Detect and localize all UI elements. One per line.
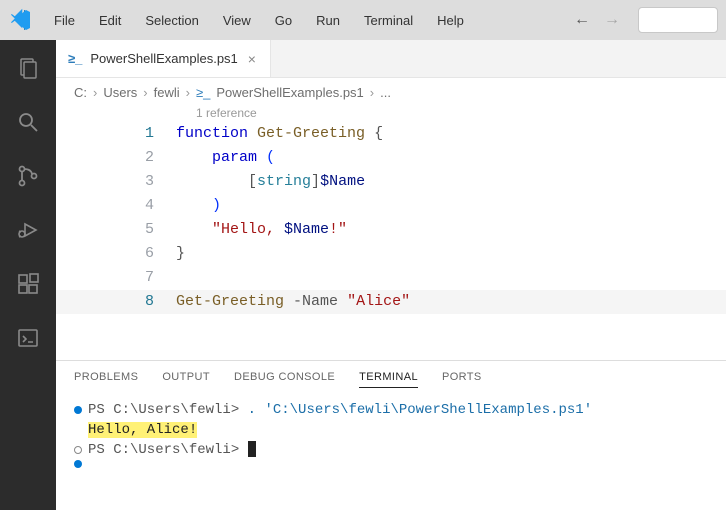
line-number: 7 bbox=[56, 266, 176, 290]
code-line-8[interactable]: Get-Greeting -Name "Alice" bbox=[176, 290, 410, 314]
breadcrumb-seg[interactable]: C: bbox=[74, 85, 87, 100]
terminal-prompt: PS C:\Users\fewli> bbox=[88, 442, 248, 458]
line-number: 6 bbox=[56, 242, 176, 266]
tab-active[interactable]: ≥_ PowerShellExamples.ps1 × bbox=[56, 40, 271, 77]
menu-help[interactable]: Help bbox=[427, 9, 474, 32]
terminal-line[interactable] bbox=[74, 460, 708, 468]
line-number: 5 bbox=[56, 218, 176, 242]
extensions-icon[interactable] bbox=[14, 270, 42, 298]
tab-filename: PowerShellExamples.ps1 bbox=[90, 51, 237, 66]
terminal-panel-icon[interactable] bbox=[14, 324, 42, 352]
terminal-line[interactable]: PS C:\Users\fewli> . 'C:\Users\fewli\Pow… bbox=[74, 400, 708, 420]
terminal-command: . 'C:\Users\fewli\PowerShellExamples.ps1… bbox=[248, 402, 592, 418]
panel-tab-terminal[interactable]: TERMINAL bbox=[359, 371, 418, 388]
powershell-file-icon: ≥_ bbox=[196, 85, 210, 100]
bullet-icon bbox=[74, 446, 82, 454]
terminal[interactable]: PS C:\Users\fewli> . 'C:\Users\fewli\Pow… bbox=[56, 394, 726, 510]
activity-bar bbox=[0, 40, 56, 510]
menu-terminal[interactable]: Terminal bbox=[354, 9, 423, 32]
bullet-icon bbox=[74, 460, 82, 468]
panel-tabs: PROBLEMS OUTPUT DEBUG CONSOLE TERMINAL P… bbox=[56, 361, 726, 394]
run-debug-icon[interactable] bbox=[14, 216, 42, 244]
title-bar: File Edit Selection View Go Run Terminal… bbox=[0, 0, 726, 40]
menu-edit[interactable]: Edit bbox=[89, 9, 131, 32]
code-line-5[interactable]: "Hello, $Name!" bbox=[176, 218, 347, 242]
terminal-prompt: PS C:\Users\fewli> bbox=[88, 402, 248, 418]
chevron-right-icon: › bbox=[93, 85, 97, 100]
panel-tab-problems[interactable]: PROBLEMS bbox=[74, 371, 138, 388]
chevron-right-icon: › bbox=[186, 85, 190, 100]
menu-run[interactable]: Run bbox=[306, 9, 350, 32]
code-line-1[interactable]: function Get-Greeting { bbox=[176, 122, 383, 146]
menu-selection[interactable]: Selection bbox=[135, 9, 208, 32]
line-number: 3 bbox=[56, 170, 176, 194]
search-icon[interactable] bbox=[14, 108, 42, 136]
code-line-3[interactable]: [string]$Name bbox=[176, 170, 365, 194]
breadcrumb-seg[interactable]: Users bbox=[103, 85, 137, 100]
vscode-logo-icon bbox=[8, 8, 32, 32]
code-line-2[interactable]: param ( bbox=[176, 146, 275, 170]
code-line-6[interactable]: } bbox=[176, 242, 185, 266]
breadcrumb-seg[interactable]: PowerShellExamples.ps1 bbox=[216, 85, 363, 100]
line-number: 1 bbox=[56, 122, 176, 146]
bottom-panel: PROBLEMS OUTPUT DEBUG CONSOLE TERMINAL P… bbox=[56, 360, 726, 510]
code-line-7[interactable] bbox=[176, 266, 185, 290]
code-line-4[interactable]: ) bbox=[176, 194, 221, 218]
panel-tab-output[interactable]: OUTPUT bbox=[162, 371, 210, 388]
terminal-line[interactable]: PS C:\Users\fewli> bbox=[74, 440, 708, 460]
breadcrumb-seg[interactable]: fewli bbox=[154, 85, 180, 100]
code-editor[interactable]: 1 function Get-Greeting { 2 param ( 3 [s… bbox=[56, 120, 726, 360]
breadcrumb-seg[interactable]: ... bbox=[380, 85, 391, 100]
menu-view[interactable]: View bbox=[213, 9, 261, 32]
terminal-output-highlight: Hello, Alice! bbox=[88, 422, 197, 438]
line-number: 8 bbox=[56, 290, 176, 314]
back-arrow-icon[interactable]: ← bbox=[574, 11, 590, 29]
terminal-line[interactable]: Hello, Alice! bbox=[74, 420, 708, 440]
menu-go[interactable]: Go bbox=[265, 9, 302, 32]
chevron-right-icon: › bbox=[143, 85, 147, 100]
breadcrumbs[interactable]: C: › Users › fewli › ≥_ PowerShellExampl… bbox=[56, 78, 726, 106]
tab-bar: ≥_ PowerShellExamples.ps1 × bbox=[56, 40, 726, 78]
menu-file[interactable]: File bbox=[44, 9, 85, 32]
nav-arrows: ← → bbox=[574, 11, 620, 29]
code-lens[interactable]: 1 reference bbox=[56, 106, 726, 120]
line-number: 2 bbox=[56, 146, 176, 170]
editor-area: ≥_ PowerShellExamples.ps1 × C: › Users ›… bbox=[56, 40, 726, 510]
command-center-search[interactable] bbox=[638, 7, 718, 33]
close-icon[interactable]: × bbox=[246, 51, 258, 67]
forward-arrow-icon[interactable]: → bbox=[604, 11, 620, 29]
explorer-icon[interactable] bbox=[14, 54, 42, 82]
line-number: 4 bbox=[56, 194, 176, 218]
terminal-cursor bbox=[248, 441, 256, 457]
powershell-file-icon: ≥_ bbox=[68, 51, 82, 66]
bullet-icon bbox=[74, 406, 82, 414]
panel-tab-ports[interactable]: PORTS bbox=[442, 371, 482, 388]
source-control-icon[interactable] bbox=[14, 162, 42, 190]
chevron-right-icon: › bbox=[370, 85, 374, 100]
panel-tab-debug-console[interactable]: DEBUG CONSOLE bbox=[234, 371, 335, 388]
